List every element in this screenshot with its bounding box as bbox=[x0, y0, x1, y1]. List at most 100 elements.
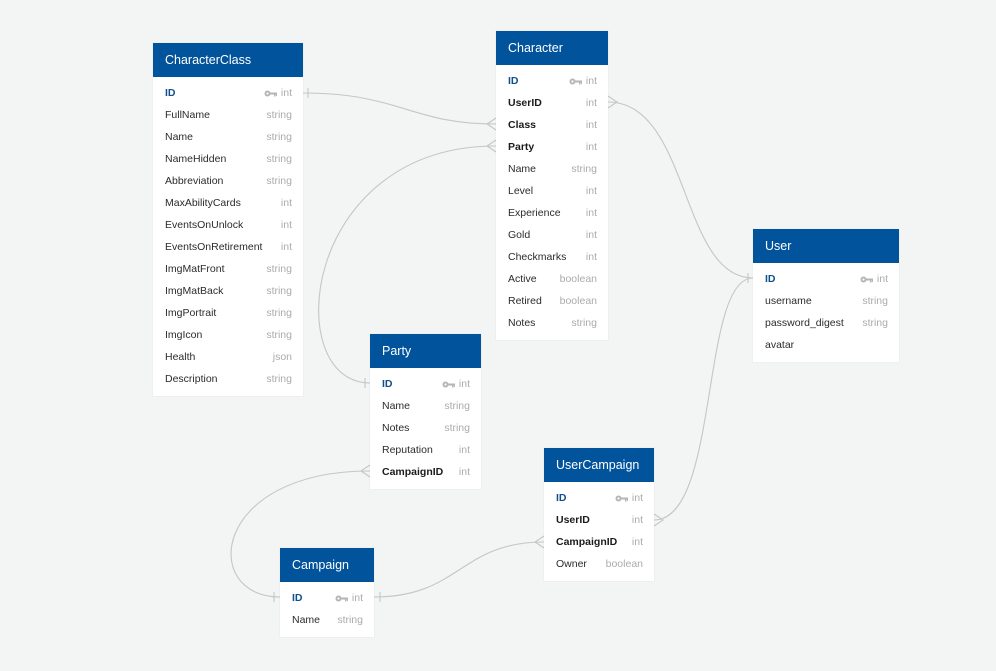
field-type: string bbox=[571, 158, 597, 180]
field-row[interactable]: NameHidden string bbox=[153, 148, 303, 170]
field-row[interactable]: Gold int bbox=[496, 224, 608, 246]
table-user[interactable]: User ID int username string password_digest s… bbox=[753, 229, 899, 362]
field-type-label: string bbox=[266, 373, 292, 385]
field-type: int bbox=[586, 202, 597, 224]
field-type: json bbox=[273, 346, 292, 368]
link-characterclass-character[interactable] bbox=[302, 88, 497, 131]
field-row[interactable]: Experience int bbox=[496, 202, 608, 224]
field-row[interactable]: EventsOnRetirement int bbox=[153, 236, 303, 258]
table-campaign[interactable]: Campaign ID int Name string bbox=[280, 548, 374, 637]
field-type: boolean bbox=[560, 268, 597, 290]
field-name: CampaignID bbox=[556, 536, 618, 548]
field-type-label: string bbox=[266, 263, 292, 275]
field-type: int bbox=[586, 180, 597, 202]
field-row[interactable]: Health json bbox=[153, 346, 303, 368]
field-row[interactable]: FullName string bbox=[153, 104, 303, 126]
field-row[interactable]: EventsOnUnlock int bbox=[153, 214, 303, 236]
link-user-character[interactable] bbox=[607, 95, 754, 283]
field-row[interactable]: ImgMatFront string bbox=[153, 258, 303, 280]
field-row-foreign-key[interactable]: CampaignID int bbox=[544, 531, 654, 553]
field-type-label: int bbox=[458, 466, 470, 478]
field-type-label: string bbox=[266, 175, 292, 187]
field-row-primary-key[interactable]: ID int bbox=[753, 268, 899, 290]
link-user-usercampaign[interactable] bbox=[653, 277, 754, 527]
field-row[interactable]: MaxAbilityCards int bbox=[153, 192, 303, 214]
link-campaign-usercampaign[interactable] bbox=[373, 535, 545, 602]
field-type-label: string bbox=[444, 400, 470, 412]
field-type: int bbox=[632, 509, 643, 531]
field-type: int bbox=[459, 461, 470, 483]
field-type-label: string bbox=[444, 422, 470, 434]
table-header[interactable]: User bbox=[753, 229, 899, 263]
field-row[interactable]: Checkmarks int bbox=[496, 246, 608, 268]
field-row[interactable]: Abbreviation string bbox=[153, 170, 303, 192]
field-name: CampaignID bbox=[382, 466, 444, 478]
field-row[interactable]: Level int bbox=[496, 180, 608, 202]
field-row[interactable]: Notes string bbox=[370, 417, 481, 439]
field-row-foreign-key[interactable]: Party int bbox=[496, 136, 608, 158]
field-row-foreign-key[interactable]: UserID int bbox=[496, 92, 608, 114]
field-row[interactable]: Retired boolean bbox=[496, 290, 608, 312]
field-row[interactable]: Name string bbox=[280, 609, 374, 631]
field-row-primary-key[interactable]: ID int bbox=[280, 587, 374, 609]
field-type-label: string bbox=[337, 614, 363, 626]
field-row[interactable]: Notes string bbox=[496, 312, 608, 334]
field-row[interactable]: avatar bbox=[753, 334, 899, 356]
field-row-primary-key[interactable]: ID int bbox=[153, 82, 303, 104]
field-name: MaxAbilityCards bbox=[165, 197, 241, 209]
field-type-label: int bbox=[585, 229, 597, 241]
field-row[interactable]: Description string bbox=[153, 368, 303, 390]
field-row[interactable]: Name string bbox=[370, 395, 481, 417]
field-row[interactable]: Reputation int bbox=[370, 439, 481, 461]
field-row[interactable]: Name string bbox=[153, 126, 303, 148]
field-row-foreign-key[interactable]: UserID int bbox=[544, 509, 654, 531]
field-row[interactable]: ImgMatBack string bbox=[153, 280, 303, 302]
field-list: ID int UserID int CampaignID int Owner boolean bbox=[544, 482, 654, 581]
field-row[interactable]: Name string bbox=[496, 158, 608, 180]
table-characterclass[interactable]: CharacterClass ID int FullName string Name st… bbox=[153, 43, 303, 396]
field-name: Name bbox=[508, 163, 537, 175]
field-type-label: string bbox=[266, 329, 292, 341]
field-type-label: int bbox=[585, 141, 597, 153]
table-usercampaign[interactable]: UserCampaign ID int UserID int CampaignID int… bbox=[544, 448, 654, 581]
table-party[interactable]: Party ID int Name string Notes string Reputati… bbox=[370, 334, 481, 489]
field-name: Class bbox=[508, 119, 537, 131]
table-header[interactable]: Campaign bbox=[280, 548, 374, 582]
field-row[interactable]: ImgPortrait string bbox=[153, 302, 303, 324]
field-row-primary-key[interactable]: ID int bbox=[544, 487, 654, 509]
field-name: Description bbox=[165, 373, 218, 385]
field-row[interactable]: password_digest string bbox=[753, 312, 899, 334]
field-name: Gold bbox=[508, 229, 531, 241]
field-type-label: int bbox=[631, 536, 643, 548]
field-list: ID int FullName string Name string NameHidden s… bbox=[153, 77, 303, 396]
field-row-primary-key[interactable]: ID int bbox=[496, 70, 608, 92]
field-name: Active bbox=[508, 273, 537, 285]
field-name: Name bbox=[382, 400, 411, 412]
field-name: Health bbox=[165, 351, 196, 363]
table-header[interactable]: CharacterClass bbox=[153, 43, 303, 77]
field-type-label: int bbox=[631, 492, 643, 504]
table-character[interactable]: Character ID int UserID int Class int Party int… bbox=[496, 31, 608, 340]
field-name: Abbreviation bbox=[165, 175, 224, 187]
field-name: ID bbox=[292, 592, 303, 604]
field-name: Name bbox=[292, 614, 321, 626]
field-row[interactable]: ImgIcon string bbox=[153, 324, 303, 346]
field-row-foreign-key[interactable]: CampaignID int bbox=[370, 461, 481, 483]
field-name: UserID bbox=[508, 97, 542, 109]
field-type: int bbox=[586, 136, 597, 158]
field-row-foreign-key[interactable]: Class int bbox=[496, 114, 608, 136]
field-type: string bbox=[266, 258, 292, 280]
field-name: ImgIcon bbox=[165, 329, 203, 341]
field-type: string bbox=[266, 148, 292, 170]
field-type: boolean bbox=[560, 290, 597, 312]
field-row-primary-key[interactable]: ID int bbox=[370, 373, 481, 395]
field-type: string bbox=[266, 170, 292, 192]
field-row[interactable]: Owner boolean bbox=[544, 553, 654, 575]
field-row[interactable]: Active boolean bbox=[496, 268, 608, 290]
field-row[interactable]: username string bbox=[753, 290, 899, 312]
field-name: Reputation bbox=[382, 444, 433, 456]
field-name: ImgPortrait bbox=[165, 307, 217, 319]
table-header[interactable]: UserCampaign bbox=[544, 448, 654, 482]
table-header[interactable]: Party bbox=[370, 334, 481, 368]
table-header[interactable]: Character bbox=[496, 31, 608, 65]
